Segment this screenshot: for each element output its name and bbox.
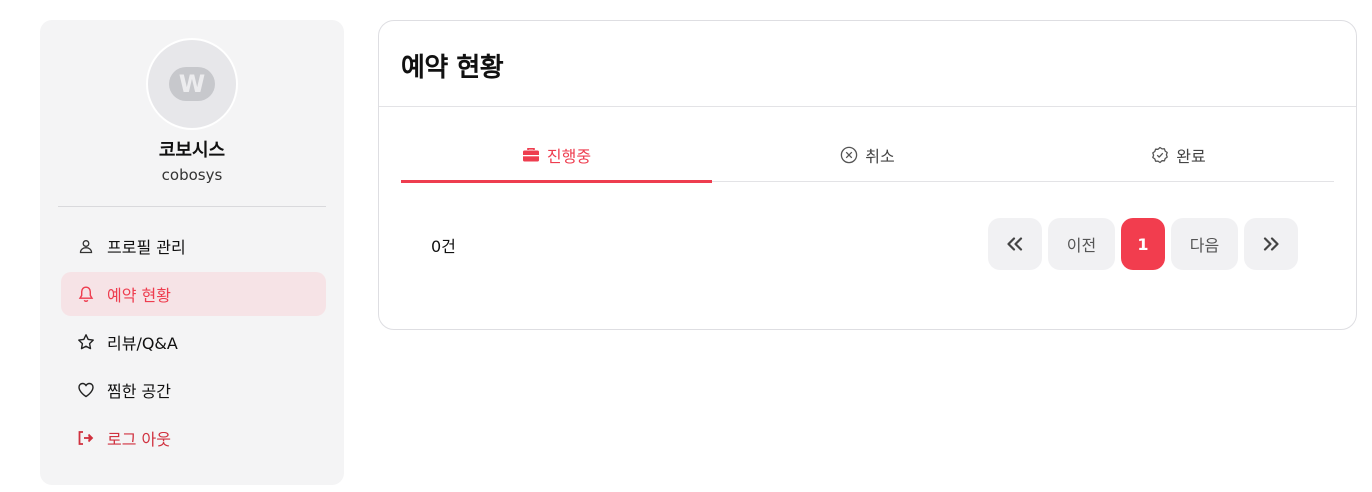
avatar-logo: W	[169, 67, 215, 101]
next-page-button[interactable]: 다음	[1171, 218, 1238, 270]
pagination: 이전 1 다음	[988, 218, 1298, 270]
sidebar-item-label: 로그 아웃	[107, 430, 171, 449]
sidebar-item-label: 예약 현황	[107, 286, 171, 305]
check-badge-icon	[1151, 146, 1169, 164]
title-divider	[379, 106, 1356, 107]
logout-icon	[77, 429, 95, 447]
sidebar-divider	[58, 206, 326, 207]
star-icon	[77, 333, 95, 351]
sidebar-item-logout[interactable]: 로그 아웃	[61, 416, 326, 460]
sidebar-item-label: 리뷰/Q&A	[107, 334, 178, 353]
result-count: 0건	[431, 237, 456, 256]
prev-page-button[interactable]: 이전	[1048, 218, 1115, 270]
user-icon	[77, 237, 95, 255]
sidebar-menu: 프로필 관리 예약 현황 리뷰/Q&A 찜한 공간 로그 아웃	[61, 224, 326, 464]
profile-name: 코보시스	[158, 140, 226, 161]
sidebar-item-label: 프로필 관리	[107, 238, 186, 257]
tab-label: 완료	[1176, 147, 1206, 166]
tab-in-progress[interactable]: 진행중	[401, 129, 712, 183]
tab-completed[interactable]: 완료	[1023, 129, 1334, 181]
reservation-panel: 예약 현황 진행중 취소 완료 0건 이전 1 다음	[378, 20, 1357, 330]
profile-username: cobosys	[161, 166, 223, 184]
tab-label: 취소	[865, 147, 895, 166]
sidebar-item-wishlist[interactable]: 찜한 공간	[61, 368, 326, 412]
page-title: 예약 현황	[401, 53, 504, 83]
sidebar: W 코보시스 cobosys 프로필 관리 예약 현황 리뷰/Q&A 찜한 공간…	[40, 20, 344, 485]
briefcase-icon	[522, 147, 540, 163]
sidebar-item-profile[interactable]: 프로필 관리	[61, 224, 326, 268]
bell-icon	[77, 285, 95, 303]
last-page-button[interactable]	[1244, 218, 1298, 270]
first-page-button[interactable]	[988, 218, 1042, 270]
tab-cancelled[interactable]: 취소	[712, 129, 1023, 181]
heart-icon	[77, 381, 95, 399]
page-number-button[interactable]: 1	[1121, 218, 1165, 270]
sidebar-item-label: 찜한 공간	[107, 382, 171, 401]
double-chevron-right-icon	[1263, 237, 1279, 251]
double-chevron-left-icon	[1007, 237, 1023, 251]
status-tabs: 진행중 취소 완료	[401, 129, 1334, 183]
sidebar-item-reviews[interactable]: 리뷰/Q&A	[61, 320, 326, 364]
sidebar-item-reservations[interactable]: 예약 현황	[61, 272, 326, 316]
x-circle-icon	[840, 146, 858, 164]
avatar: W	[146, 38, 238, 130]
tab-label: 진행중	[546, 147, 592, 166]
